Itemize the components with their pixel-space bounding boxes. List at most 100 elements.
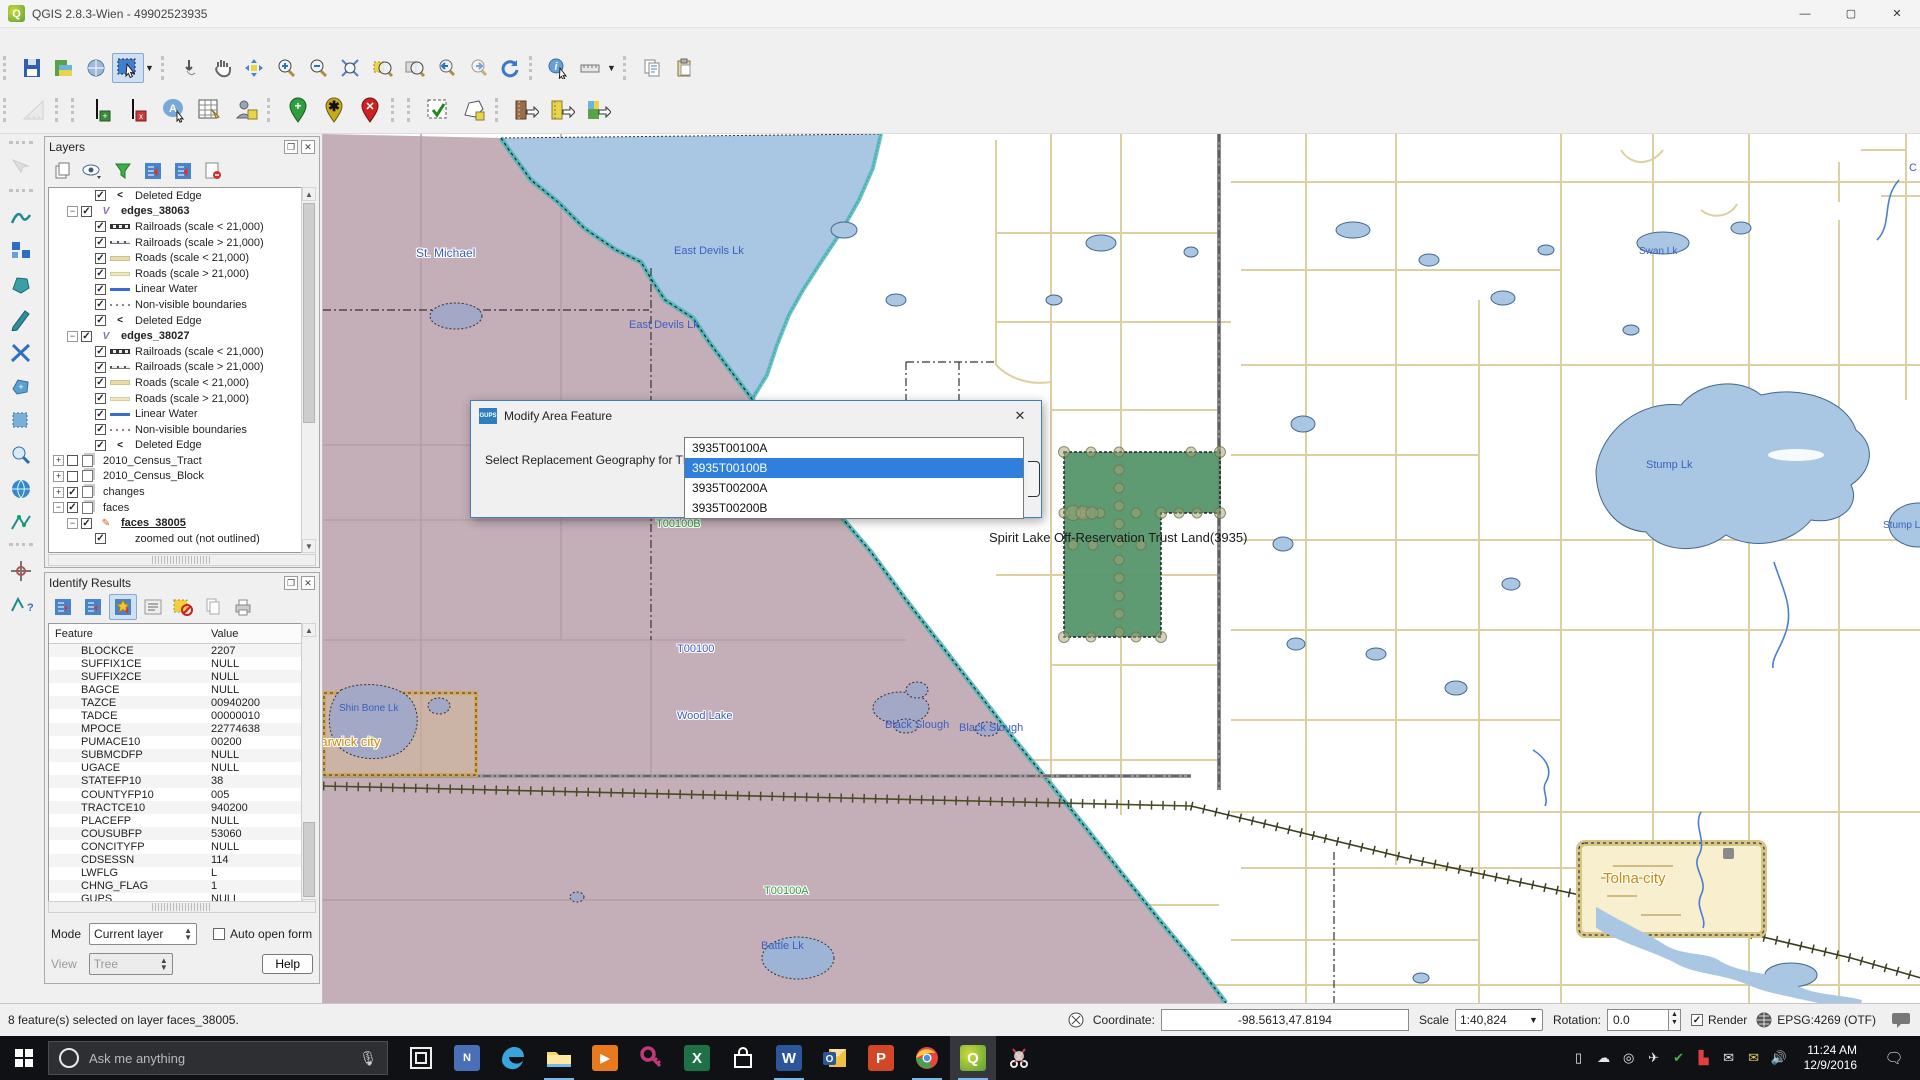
taskbar-app-excel[interactable]: X — [674, 1036, 720, 1080]
toolbar-grip[interactable] — [55, 98, 63, 122]
map-canvas[interactable]: St. MichaelEast Devils LkEast Devils LkT… — [322, 134, 1920, 1003]
toolbar-grip[interactable] — [9, 141, 33, 149]
layer-item[interactable]: ✓Linear Water — [49, 282, 315, 298]
ok-button-partial[interactable] — [1028, 461, 1040, 497]
microphone-icon[interactable]: 🎙 — [359, 1050, 377, 1067]
world-tool-icon[interactable] — [5, 474, 37, 504]
layer-visibility-checkbox[interactable]: ✓ — [67, 487, 78, 498]
clear-results-button[interactable] — [169, 594, 197, 620]
remove-layer-button[interactable] — [199, 158, 227, 184]
volume-tray-icon[interactable]: 🔊 — [1771, 1050, 1787, 1066]
expand-toggle[interactable]: − — [53, 502, 64, 513]
identify-row[interactable]: CONCITYFPNULL — [49, 840, 315, 853]
select-dropdown-caret[interactable]: ▼ — [144, 53, 158, 83]
taskbar-app-snipping-tool[interactable] — [996, 1036, 1042, 1080]
identify-row[interactable]: MPOCE22774638 — [49, 723, 315, 736]
copy-button[interactable] — [636, 53, 668, 83]
usb-tray-icon[interactable]: ▯ — [1571, 1050, 1587, 1066]
layer-visibility-checkbox[interactable]: ✓ — [95, 237, 106, 248]
toolbar-grip[interactable] — [529, 56, 537, 80]
layer-visibility-checkbox[interactable]: ✓ — [81, 518, 92, 529]
edit-point-marker-button[interactable]: ✱ — [316, 90, 352, 130]
layer-visibility-checkbox[interactable]: ✓ — [95, 221, 106, 232]
layer-item[interactable]: +✓changes — [49, 484, 315, 500]
zoom-next-button[interactable] — [462, 53, 494, 83]
layer-item[interactable]: ✓Linear Water — [49, 406, 315, 422]
paste-button[interactable] — [668, 53, 700, 83]
pan-map-button[interactable] — [206, 53, 238, 83]
identify-row[interactable]: UGACENULL — [49, 762, 315, 775]
taskbar-app-onenote[interactable]: N — [444, 1036, 490, 1080]
identify-row[interactable]: COUSUBFP53060 — [49, 827, 315, 840]
touch-zoom-button[interactable] — [174, 53, 206, 83]
layer-visibility-checkbox[interactable]: ✓ — [95, 315, 106, 326]
draw-polygon-icon[interactable] — [5, 270, 37, 300]
layer-item[interactable]: ✓<Deleted Edge — [49, 188, 315, 204]
query-line-icon[interactable]: ? — [5, 590, 37, 620]
identify-row[interactable]: PLACEFPNULL — [49, 814, 315, 827]
identify-row[interactable]: PUMACE1000200 — [49, 736, 315, 749]
layer-visibility-checkbox[interactable]: ✓ — [95, 253, 106, 264]
layer-visibility-checkbox[interactable]: ✓ — [95, 346, 106, 357]
zoom-in-button[interactable] — [270, 53, 302, 83]
measure-button[interactable] — [574, 53, 606, 83]
expand-all-button[interactable] — [139, 158, 167, 184]
identify-row[interactable]: TAZCE00940200 — [49, 696, 315, 709]
select-area-icon[interactable] — [5, 406, 37, 436]
validate-edits-button[interactable] — [420, 90, 456, 130]
layer-item[interactable]: +2010_Census_Block — [49, 469, 315, 485]
layer-item[interactable]: −✓✎faces_38005 — [49, 515, 315, 531]
toolbar-grip[interactable] — [407, 98, 415, 122]
layer-item[interactable]: ✓Roads (scale > 21,000) — [49, 266, 315, 282]
toolbar-grip[interactable] — [9, 189, 33, 197]
toolbar-grip[interactable] — [623, 56, 631, 80]
layer-visibility-checkbox[interactable] — [67, 455, 78, 466]
add-area-icon[interactable]: + — [5, 372, 37, 402]
delete-linear-feature-button[interactable]: x — [120, 90, 156, 130]
taskbar-app-edge[interactable] — [490, 1036, 536, 1080]
label-tool-button[interactable]: A — [156, 90, 192, 130]
filter-legend-button[interactable] — [109, 158, 137, 184]
identify-row[interactable]: STATEFP1038 — [49, 775, 315, 788]
expand-toggle[interactable]: + — [53, 455, 64, 466]
toolbar-grip[interactable] — [495, 98, 503, 122]
layer-visibility-checkbox[interactable]: ✓ — [95, 299, 106, 310]
disc-tray-icon[interactable]: ◎ — [1621, 1050, 1637, 1066]
layer-visibility-checkbox[interactable]: ✓ — [95, 377, 106, 388]
identify-row[interactable]: BLOCKCE2207 — [49, 644, 315, 657]
toolbar-grip[interactable] — [267, 98, 275, 122]
roads-tool-icon[interactable] — [5, 338, 37, 368]
expand-new-results-button[interactable] — [109, 594, 137, 620]
layers-horizontal-scrollbar[interactable] — [48, 554, 316, 566]
layer-item[interactable]: ✓Railroads (scale < 21,000) — [49, 344, 315, 360]
taskbar-app-powerpoint[interactable]: P — [858, 1036, 904, 1080]
identify-row[interactable]: SUFFIX2CENULL — [49, 670, 315, 683]
refresh-map-button[interactable] — [494, 53, 526, 83]
identify-vertical-scrollbar[interactable]: ▲ ▼ — [301, 623, 316, 913]
taskbar-app-media-player[interactable]: ▶ — [582, 1036, 628, 1080]
geography-option[interactable]: 3935T00200A — [685, 478, 1023, 498]
identify-row[interactable]: TRACTCE10940200 — [49, 801, 315, 814]
layer-item[interactable]: ✓Railroads (scale > 21,000) — [49, 235, 315, 251]
mail2-tray-icon[interactable]: ✉ — [1746, 1050, 1762, 1066]
layer-item[interactable]: +2010_Census_Tract — [49, 453, 315, 469]
taskbar-clock[interactable]: 11:24 AM 12/9/2016 — [1796, 1043, 1865, 1073]
toolbar-grip[interactable] — [9, 543, 33, 551]
task-view-button[interactable] — [398, 1036, 444, 1080]
layer-item[interactable]: ✓<Deleted Edge — [49, 438, 315, 454]
layer-item[interactable]: ✓Non-visible boundaries — [49, 422, 315, 438]
taskbar-app-outlook[interactable]: O — [812, 1036, 858, 1080]
geography-option[interactable]: 3935T00100B — [685, 458, 1023, 478]
import-shapefile-button[interactable] — [508, 90, 544, 130]
epsg-status[interactable]: EPSG:4269 (OTF) — [1777, 1013, 1876, 1027]
layer-item[interactable]: −✓faces — [49, 500, 315, 516]
draw-pen-icon[interactable] — [5, 304, 37, 334]
layers-float-button[interactable]: ❐ — [284, 140, 298, 154]
export-map-button[interactable] — [580, 90, 616, 130]
start-button[interactable] — [0, 1036, 48, 1080]
expand-toggle[interactable]: − — [67, 206, 78, 217]
add-linear-feature-button[interactable]: + — [84, 90, 120, 130]
layer-visibility-checkbox[interactable]: ✓ — [95, 284, 106, 295]
layer-visibility-checkbox[interactable]: ✓ — [67, 502, 78, 513]
edit-person-records-button[interactable] — [228, 90, 264, 130]
